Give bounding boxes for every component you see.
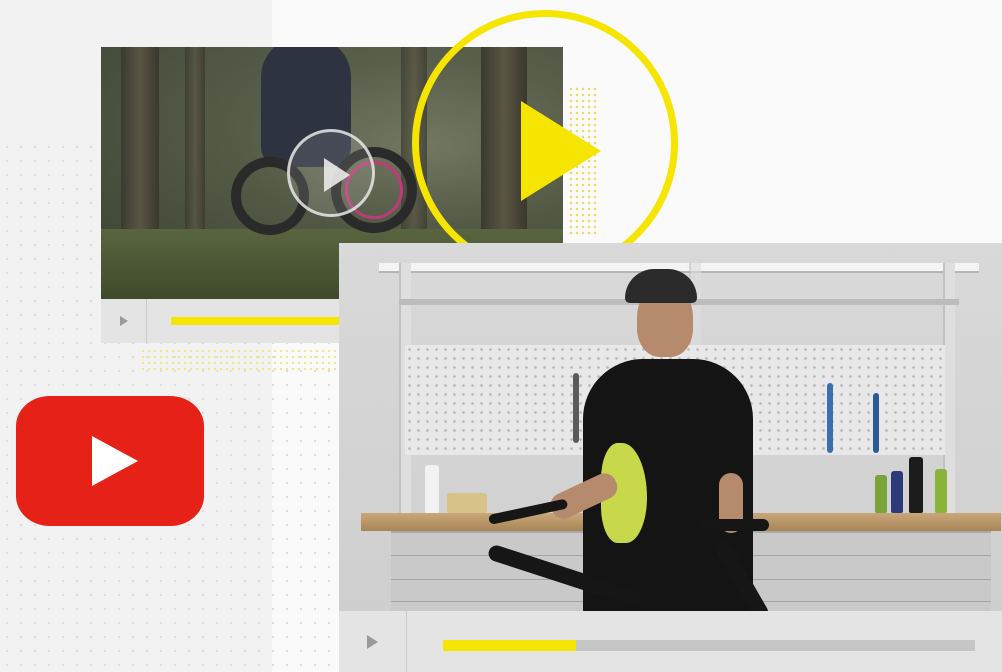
progress-bar[interactable] xyxy=(443,640,975,651)
cap xyxy=(625,269,697,303)
tool xyxy=(827,383,833,453)
bottle xyxy=(891,471,903,513)
play-triangle-icon xyxy=(521,101,601,201)
youtube-logo-icon xyxy=(16,396,204,526)
play-button[interactable] xyxy=(339,611,407,672)
video-frame-workshop[interactable] xyxy=(339,243,1002,611)
bike-saddle xyxy=(699,519,769,531)
yellow-dot-strip xyxy=(140,348,340,372)
play-button[interactable] xyxy=(101,299,147,343)
bottle xyxy=(875,475,887,513)
tool xyxy=(573,373,579,443)
progress-bar-fill xyxy=(443,640,576,651)
tool xyxy=(873,393,879,453)
bottle xyxy=(425,465,439,513)
bottle xyxy=(935,469,947,513)
play-overlay-icon[interactable] xyxy=(287,129,375,217)
play-circle-icon xyxy=(412,10,678,276)
bottle xyxy=(909,457,923,513)
box xyxy=(447,493,487,513)
progress-bar-fill xyxy=(171,317,346,325)
video-player-front xyxy=(339,243,1002,672)
